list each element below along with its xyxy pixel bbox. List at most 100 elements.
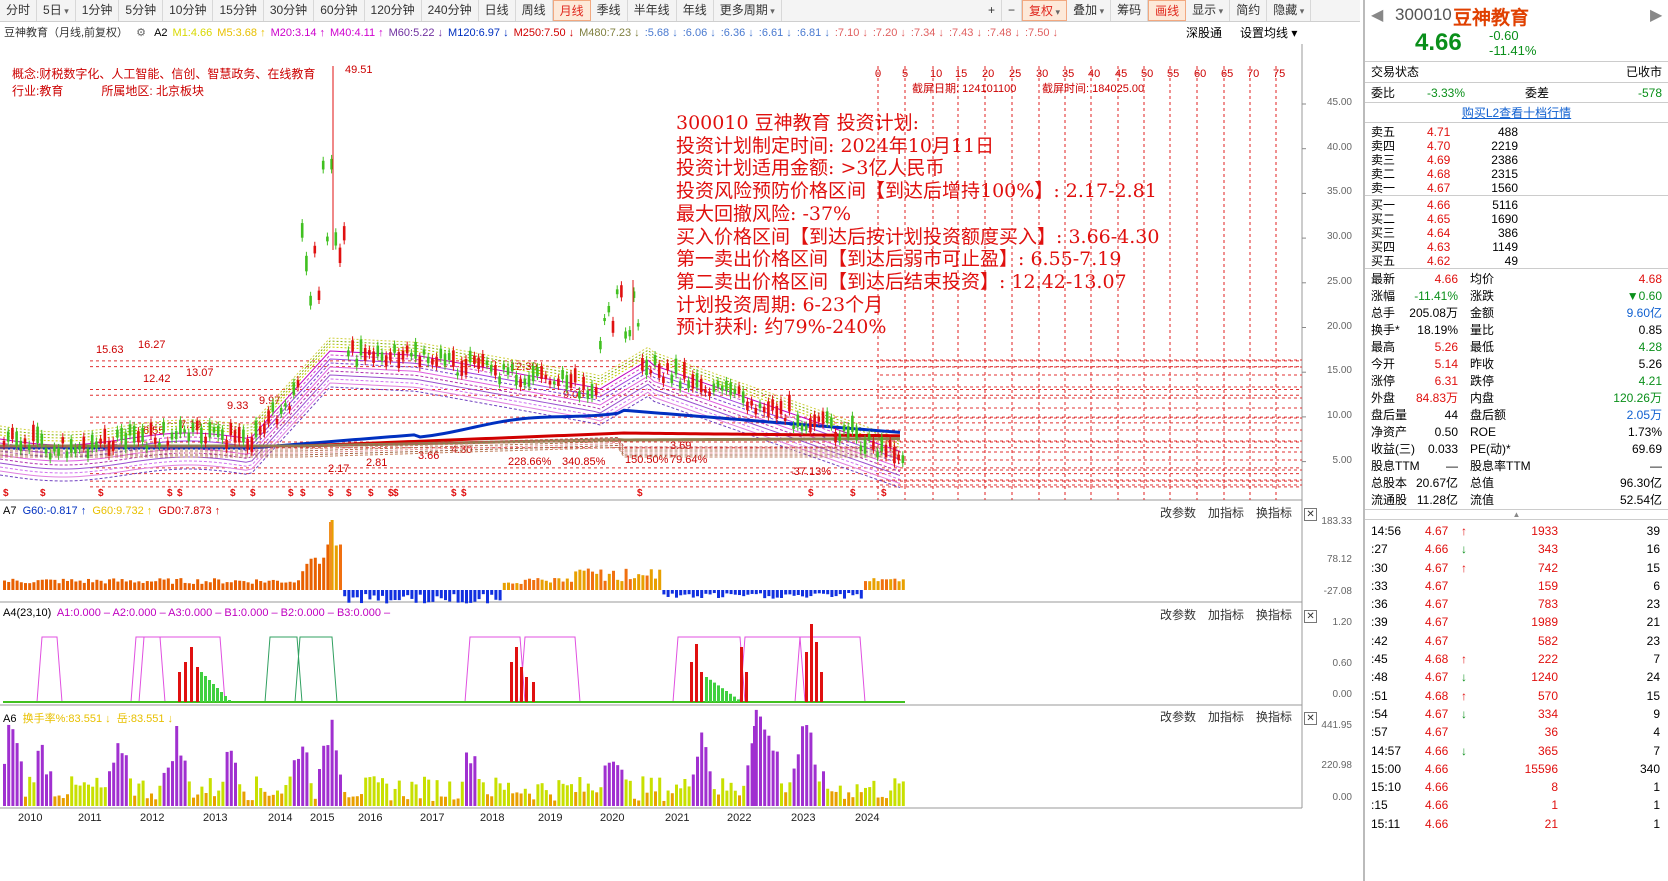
candle-body <box>313 245 317 254</box>
turnover-bar <box>204 793 208 806</box>
add-indicator-button[interactable]: 加指标 <box>1208 710 1244 724</box>
candle-body <box>569 374 573 388</box>
change-params-button[interactable]: 改参数 <box>1160 506 1196 520</box>
price-change: -0.60 <box>1489 28 1519 43</box>
book-row[interactable]: 买一 4.66 5116 <box>1365 198 1668 212</box>
turnover-bar <box>721 778 725 806</box>
volume-bar <box>423 590 426 604</box>
turnover-bar <box>406 799 410 806</box>
book-row[interactable]: 卖一 4.67 1560 <box>1365 181 1668 195</box>
volume-bar <box>809 590 813 597</box>
candle-body <box>456 372 459 376</box>
buy-l2-link[interactable]: 购买L2查看十档行情 <box>1462 106 1571 120</box>
volume-bar <box>150 581 153 590</box>
book-price: 4.66 <box>1427 198 1451 212</box>
fib-number: 70 <box>1247 68 1260 80</box>
book-row[interactable]: 买二 4.65 1690 <box>1365 212 1668 226</box>
candle-body <box>813 414 816 428</box>
signal-bar <box>733 696 736 702</box>
change-params-button[interactable]: 改参数 <box>1160 608 1196 622</box>
prev-stock-icon[interactable]: ◀ <box>1371 5 1383 25</box>
volume-bar <box>70 579 74 590</box>
add-indicator-button[interactable]: 加指标 <box>1208 506 1244 520</box>
swap-indicator-button[interactable]: 换指标 <box>1256 608 1292 622</box>
candle-body <box>90 434 94 450</box>
volume-bar <box>255 579 258 590</box>
volume-bar <box>599 569 603 590</box>
signal-bar <box>740 647 743 702</box>
swap-indicator-button[interactable]: 换指标 <box>1256 506 1292 520</box>
candle-body <box>359 339 363 356</box>
turnover-bar <box>838 785 842 806</box>
candle-body <box>187 432 191 442</box>
volume-bar <box>322 557 326 590</box>
book-row[interactable]: 卖四 4.70 2219 <box>1365 139 1668 153</box>
swap-indicator-button[interactable]: 换指标 <box>1256 710 1292 724</box>
book-row[interactable]: 买五 4.62 49 <box>1365 254 1668 268</box>
a6-axis-label: 220.98 <box>1321 760 1352 771</box>
volume-bar <box>444 590 447 601</box>
candle-body <box>279 408 283 414</box>
volume-bar <box>603 580 607 590</box>
volume-bar <box>187 583 191 590</box>
volume-bar <box>683 590 687 595</box>
tick-row: :27 4.66 ↓ 343 16 <box>1371 542 1660 557</box>
turnover-bar <box>103 787 107 806</box>
candle-body <box>704 389 707 393</box>
stat-row: 总手 205.08万 金额 9.60亿 <box>1371 306 1662 320</box>
candle-body <box>57 447 60 456</box>
turnover-bar <box>351 796 355 806</box>
candle-body <box>800 424 804 431</box>
turnover-bar <box>418 798 422 806</box>
book-row[interactable]: 买三 4.64 386 <box>1365 226 1668 240</box>
tick-list: 14:56 4.67 ↑ 1933 39:27 4.66 ↓ 343 16:30… <box>1365 519 1668 833</box>
signal-marker: $ <box>451 488 457 499</box>
candle-body <box>237 427 241 443</box>
turnover-bar <box>780 783 783 806</box>
change-params-button[interactable]: 改参数 <box>1160 710 1196 724</box>
volume-bar <box>49 579 53 590</box>
year-label: 2018 <box>480 812 505 824</box>
candle-body <box>699 378 703 393</box>
book-row[interactable]: 买四 4.63 1149 <box>1365 240 1668 254</box>
add-indicator-button[interactable]: 加指标 <box>1208 608 1244 622</box>
book-row[interactable]: 卖二 4.68 2315 <box>1365 167 1668 181</box>
volume-bar <box>339 544 342 590</box>
candle-body <box>372 351 375 363</box>
industry-label: 行业:教育 <box>12 84 64 98</box>
candle-body <box>624 331 627 339</box>
book-price: 4.63 <box>1427 240 1451 254</box>
ma-line <box>519 636 581 703</box>
turnover-bar <box>49 771 53 806</box>
signal-bar <box>190 647 193 702</box>
volume-bar <box>355 590 359 598</box>
turnover-bar <box>859 792 863 806</box>
volume-bar <box>876 581 880 590</box>
volume-bar <box>893 578 897 590</box>
turnover-bar <box>729 782 733 806</box>
candle-body <box>2 440 6 446</box>
volume-bar <box>217 579 221 590</box>
candle-body <box>750 400 753 406</box>
candle-body <box>615 289 619 295</box>
turnover-bar <box>603 765 607 806</box>
book-row[interactable]: 卖五 4.71 488 <box>1365 125 1668 139</box>
turnover-bar <box>847 792 851 806</box>
turnover-bar <box>628 780 632 806</box>
volume-bar <box>645 575 649 590</box>
volume-bar <box>486 590 489 604</box>
volume-bar <box>418 590 422 595</box>
plan-line: 300010 豆神教育 投资计划: <box>676 112 920 134</box>
next-stock-icon[interactable]: ▶ <box>1650 5 1662 25</box>
a6-axis-label: 0.00 <box>1332 792 1352 803</box>
turnover-bar <box>334 750 338 806</box>
concept-line: 概念:财税数字化、人工智能、信创、智慧政务、在线教育 <box>12 67 316 81</box>
volume-bar <box>658 569 662 590</box>
turnover-bar <box>213 796 216 806</box>
book-row[interactable]: 卖三 4.69 2386 <box>1365 153 1668 167</box>
signal-marker: $ <box>850 488 856 499</box>
volume-bar <box>124 581 128 590</box>
collapse-icon[interactable]: ▲ <box>1365 509 1668 519</box>
year-label: 2014 <box>268 812 293 824</box>
volume-bar <box>15 580 19 590</box>
